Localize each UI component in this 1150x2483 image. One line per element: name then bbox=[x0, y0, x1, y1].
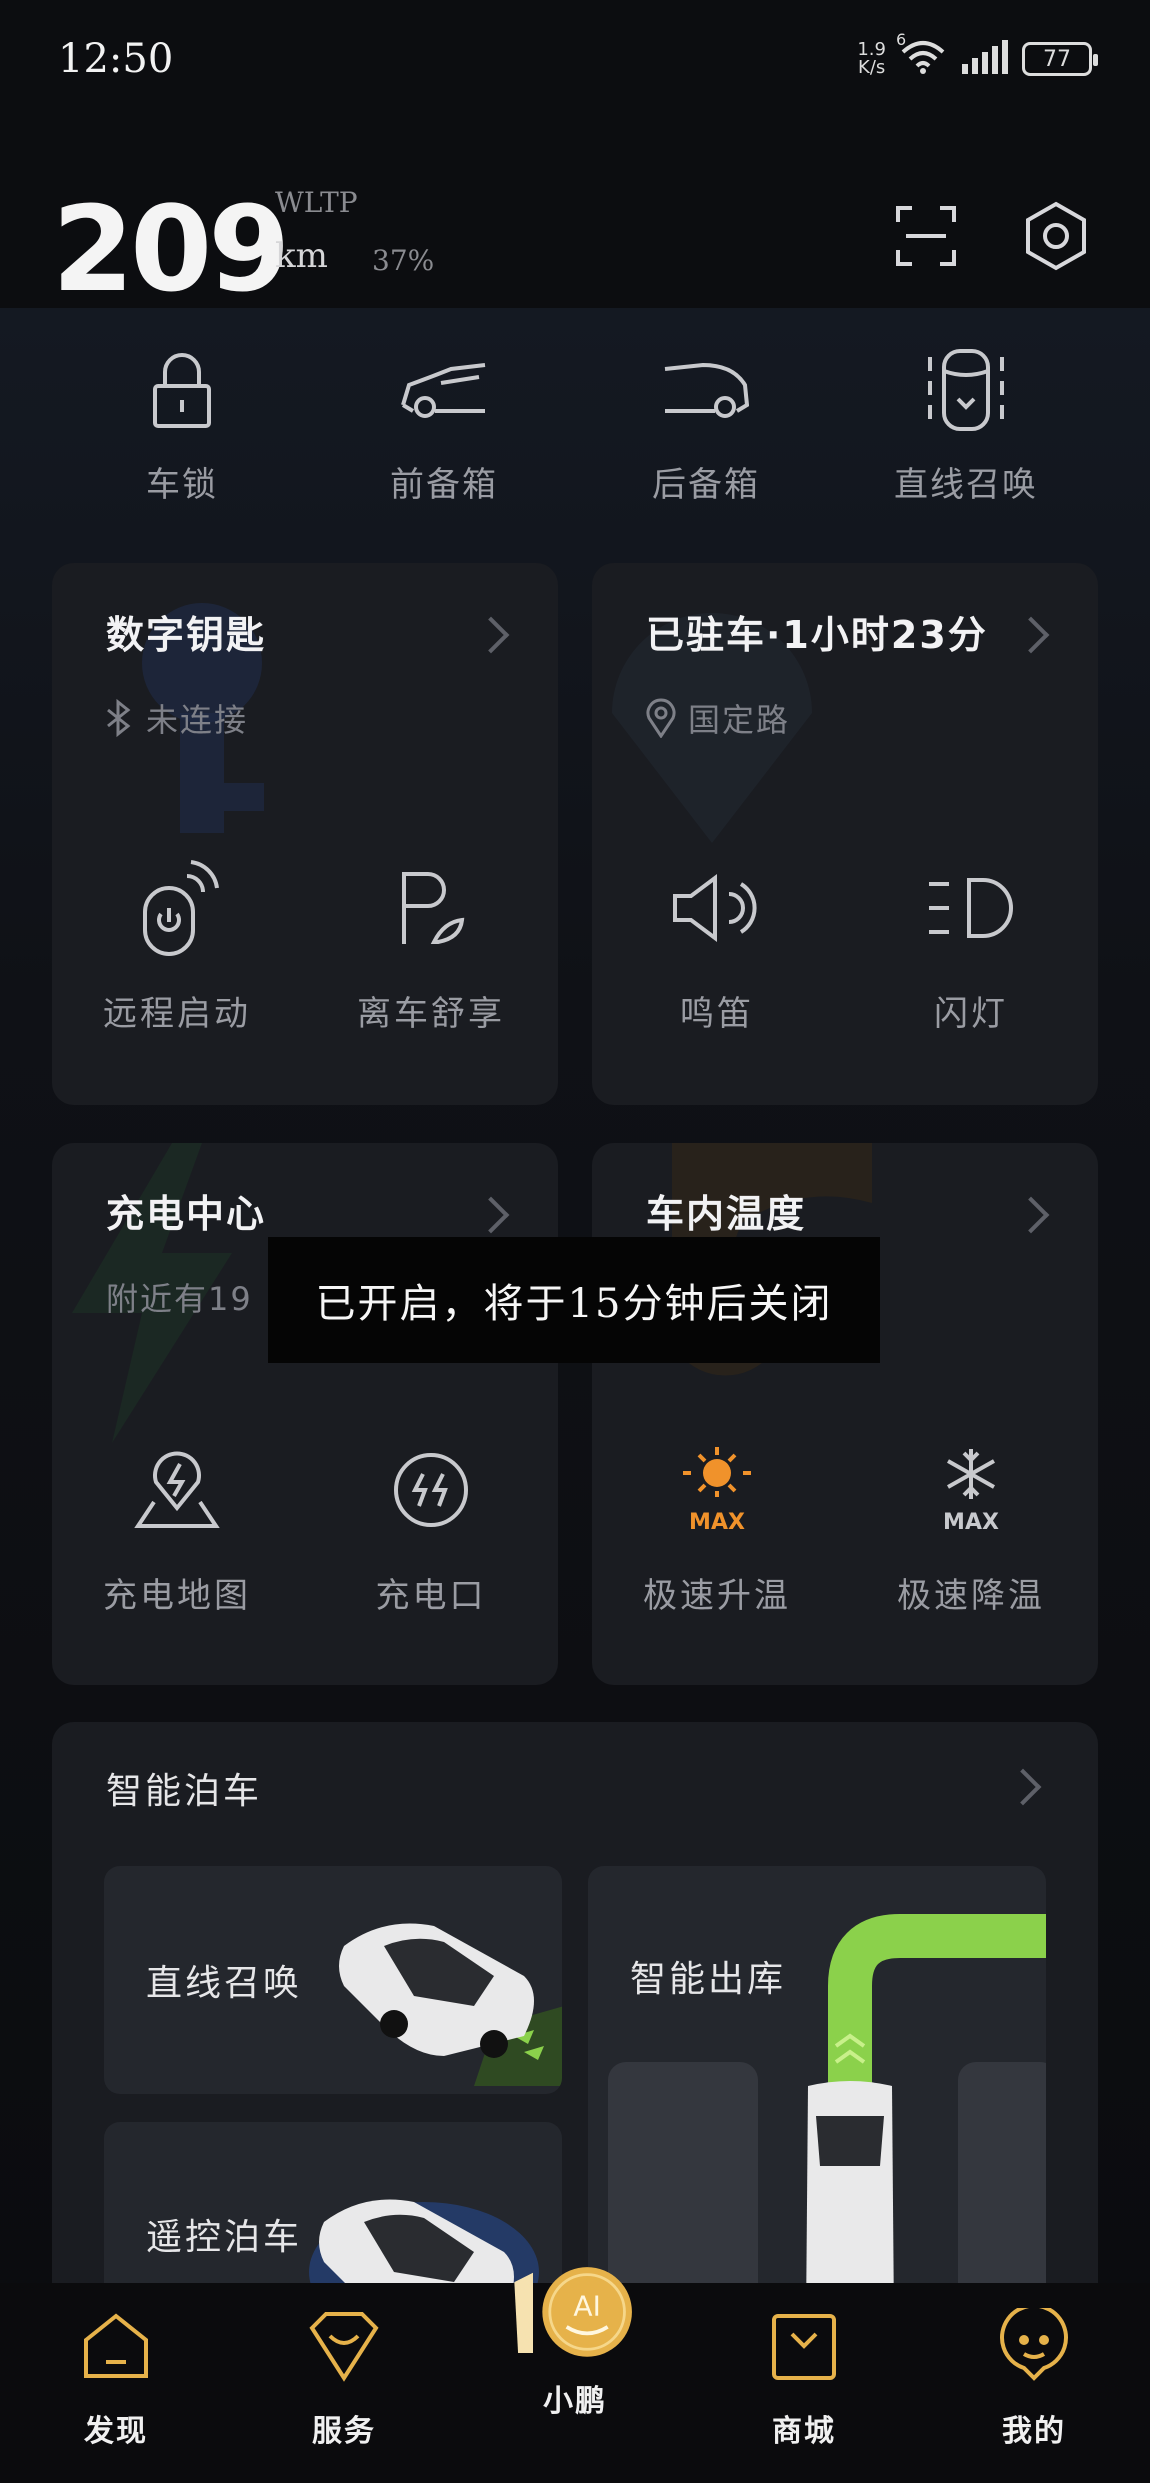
svg-text:MAX: MAX bbox=[943, 1510, 999, 1535]
horn-icon bbox=[673, 874, 757, 942]
parking-route-image bbox=[608, 1914, 1046, 2322]
nav-discover[interactable]: 发现 bbox=[46, 2306, 186, 2450]
scan-button[interactable] bbox=[886, 196, 966, 276]
parking-comfort-icon bbox=[402, 872, 465, 944]
signal-icon bbox=[960, 40, 1008, 78]
car-image bbox=[339, 1923, 562, 2086]
network-speed: 1.9 K/s bbox=[857, 39, 886, 78]
toast-message: 已开启，将于15分钟后关闭 bbox=[268, 1237, 880, 1363]
range-standard: WLTP bbox=[275, 186, 358, 219]
quick-action-front-trunk[interactable]: 前备箱 bbox=[344, 345, 544, 506]
quick-action-summon[interactable]: 直线召唤 bbox=[866, 345, 1066, 506]
service-icon bbox=[309, 2312, 379, 2382]
quick-action-lock[interactable]: 车锁 bbox=[82, 345, 282, 506]
location-pin-icon bbox=[646, 698, 676, 738]
settings-button[interactable] bbox=[1016, 196, 1096, 276]
discover-icon bbox=[84, 2313, 148, 2378]
charging-title[interactable]: 充电中心 bbox=[106, 1183, 266, 1238]
rear-trunk-icon bbox=[664, 362, 749, 418]
auto-exit-tile[interactable]: 智能出库 bbox=[588, 1866, 1046, 2322]
charging-map-icon bbox=[134, 1451, 220, 1528]
parking-location: 国定路 bbox=[644, 695, 790, 741]
mall-icon bbox=[772, 2314, 836, 2380]
profile-icon bbox=[1000, 2308, 1068, 2381]
status-time: 12:50 bbox=[58, 36, 174, 82]
key-status: 未连接 bbox=[104, 695, 248, 741]
battery-indicator: 77 bbox=[1022, 42, 1098, 76]
charging-map-button[interactable]: 充电地图 bbox=[62, 1440, 292, 1617]
range-unit: km bbox=[275, 236, 328, 276]
nav-xpeng-ai[interactable]: AI 小鹏 bbox=[505, 2256, 645, 2420]
charging-subtitle: 附近有19 bbox=[106, 1280, 253, 1318]
remote-start-icon bbox=[143, 860, 219, 956]
smart-parking-title[interactable]: 智能泊车 bbox=[106, 1762, 262, 1814]
headlight-icon bbox=[929, 878, 1013, 938]
scan-icon bbox=[896, 206, 956, 266]
parking-comfort-button[interactable]: 离车舒享 bbox=[316, 858, 546, 1035]
charge-port-button[interactable]: 充电口 bbox=[316, 1440, 546, 1617]
wifi-icon: 6 bbox=[896, 30, 946, 78]
battery-percent: 37% bbox=[372, 244, 435, 277]
front-trunk-icon bbox=[401, 363, 486, 418]
max-heat-button[interactable]: MAX 极速升温 bbox=[602, 1440, 832, 1617]
nav-profile[interactable]: 我的 bbox=[964, 2306, 1104, 2450]
max-heat-icon: MAX bbox=[683, 1447, 751, 1535]
nav-mall[interactable]: 商城 bbox=[734, 2306, 874, 2450]
parking-title[interactable]: 已驻车·1小时23分 bbox=[646, 604, 988, 659]
remote-start-button[interactable]: 远程启动 bbox=[62, 858, 292, 1035]
quick-action-rear-trunk[interactable]: 后备箱 bbox=[606, 345, 806, 506]
svg-text:MAX: MAX bbox=[689, 1510, 745, 1535]
climate-title[interactable]: 车内温度 bbox=[646, 1183, 806, 1238]
max-cool-button[interactable]: MAX 极速降温 bbox=[856, 1440, 1086, 1617]
summon-icon bbox=[928, 349, 1004, 431]
max-cool-icon: MAX bbox=[943, 1449, 999, 1535]
bluetooth-icon bbox=[107, 698, 131, 738]
horn-button[interactable]: 鸣笛 bbox=[602, 858, 832, 1035]
lock-icon bbox=[153, 353, 211, 428]
nav-service[interactable]: 服务 bbox=[274, 2306, 414, 2450]
xpeng-ai-icon: AI bbox=[514, 2267, 632, 2357]
summon-tile[interactable]: 直线召唤 bbox=[104, 1866, 562, 2094]
range-value: 209 bbox=[52, 180, 290, 318]
status-indicators: 1.9 K/s 6 77 bbox=[857, 30, 1098, 78]
digital-key-title[interactable]: 数字钥匙 bbox=[106, 604, 266, 659]
charge-port-icon bbox=[394, 1453, 468, 1527]
flash-lights-button[interactable]: 闪灯 bbox=[856, 858, 1086, 1035]
svg-text:AI: AI bbox=[573, 2290, 600, 2323]
gear-icon bbox=[1026, 201, 1086, 271]
